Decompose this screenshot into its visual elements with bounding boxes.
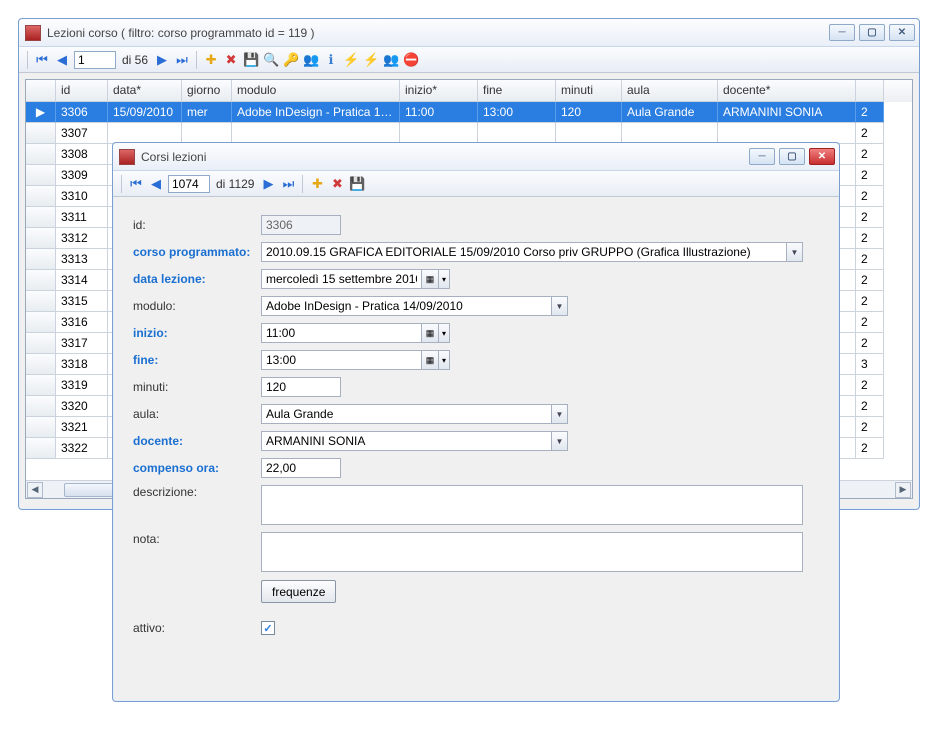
modulo-combo[interactable] — [261, 296, 551, 316]
inizio-label: inizio: — [133, 326, 261, 340]
inizio-picker[interactable] — [261, 323, 421, 343]
corso-label: corso programmato: — [133, 245, 261, 259]
last-record-icon[interactable]: ⏭ — [280, 176, 296, 192]
col-minuti[interactable]: minuti — [556, 80, 622, 102]
compenso-label: compenso ora: — [133, 461, 261, 475]
first-record-icon[interactable]: ⏮ — [34, 52, 50, 68]
table-row[interactable]: 33072 — [26, 123, 912, 144]
chevron-down-icon[interactable]: ▼ — [551, 296, 568, 316]
action2-icon[interactable]: ⚡ — [363, 52, 379, 68]
calendar-icon[interactable]: ▦ — [421, 323, 438, 343]
key-icon[interactable]: 🔑 — [283, 52, 299, 68]
titlebar[interactable]: Corsi lezioni ─ ▢ ✕ — [113, 143, 839, 171]
col-inizio[interactable]: inizio* — [400, 80, 478, 102]
attivo-checkbox[interactable]: ✓ — [261, 621, 275, 635]
compenso-field[interactable] — [261, 458, 341, 478]
table-row[interactable]: ▶330615/09/2010merAdobe InDesign - Prati… — [26, 102, 912, 123]
col-modulo[interactable]: modulo — [232, 80, 400, 102]
col-aula[interactable]: aula — [622, 80, 718, 102]
action1-icon[interactable]: ⚡ — [343, 52, 359, 68]
remove-icon[interactable]: ⛔ — [403, 52, 419, 68]
record-position-input[interactable] — [74, 51, 116, 69]
frequenze-button[interactable]: frequenze — [261, 580, 336, 603]
save-icon[interactable]: 💾 — [349, 176, 365, 192]
chevron-down-icon[interactable]: ▾ — [438, 350, 450, 370]
minimize-button[interactable]: ─ — [749, 148, 775, 165]
calendar-icon[interactable]: ▦ — [421, 350, 438, 370]
close-button[interactable]: ✕ — [809, 148, 835, 165]
search-icon[interactable]: 🔍 — [263, 52, 279, 68]
maximize-button[interactable]: ▢ — [859, 24, 885, 41]
col-data[interactable]: data* — [108, 80, 182, 102]
aula-combo[interactable] — [261, 404, 551, 424]
nota-field[interactable] — [261, 532, 803, 572]
docente-label: docente: — [133, 434, 261, 448]
fine-picker[interactable] — [261, 350, 421, 370]
delete-record-icon[interactable]: ✖ — [329, 176, 345, 192]
users-icon[interactable]: 👥 — [303, 52, 319, 68]
grid-header: id data* giorno modulo inizio* fine minu… — [26, 80, 912, 102]
chevron-down-icon[interactable]: ▼ — [786, 242, 803, 262]
window-title: Corsi lezioni — [141, 150, 749, 164]
aula-label: aula: — [133, 407, 261, 421]
chevron-down-icon[interactable]: ▾ — [438, 269, 450, 289]
descrizione-label: descrizione: — [133, 485, 261, 499]
record-total-label: di 56 — [120, 53, 150, 67]
col-id[interactable]: id — [56, 80, 108, 102]
corsi-lezioni-dialog: Corsi lezioni ─ ▢ ✕ ⏮ ◀ di 1129 ▶ ⏭ ✚ ✖ … — [112, 142, 840, 702]
minuti-field[interactable] — [261, 377, 341, 397]
chevron-down-icon[interactable]: ▾ — [438, 323, 450, 343]
titlebar[interactable]: Lezioni corso ( filtro: corso programmat… — [19, 19, 919, 47]
col-fine[interactable]: fine — [478, 80, 556, 102]
nota-label: nota: — [133, 532, 261, 546]
group-icon[interactable]: 👥 — [383, 52, 399, 68]
add-record-icon[interactable]: ✚ — [203, 52, 219, 68]
fine-label: fine: — [133, 353, 261, 367]
corso-combo[interactable] — [261, 242, 786, 262]
app-icon — [119, 149, 135, 165]
prev-record-icon[interactable]: ◀ — [148, 176, 164, 192]
first-record-icon[interactable]: ⏮ — [128, 176, 144, 192]
next-record-icon[interactable]: ▶ — [260, 176, 276, 192]
calendar-icon[interactable]: ▦ — [421, 269, 438, 289]
minuti-label: minuti: — [133, 380, 261, 394]
window-title: Lezioni corso ( filtro: corso programmat… — [47, 26, 829, 40]
attivo-label: attivo: — [133, 621, 261, 635]
next-record-icon[interactable]: ▶ — [154, 52, 170, 68]
id-field — [261, 215, 341, 235]
save-icon[interactable]: 💾 — [243, 52, 259, 68]
col-docente[interactable]: docente* — [718, 80, 856, 102]
toolbar: ⏮ ◀ di 56 ▶ ⏭ ✚ ✖ 💾 🔍 🔑 👥 ℹ ⚡ ⚡ 👥 ⛔ — [19, 47, 919, 73]
prev-record-icon[interactable]: ◀ — [54, 52, 70, 68]
record-total-label: di 1129 — [214, 177, 256, 191]
close-button[interactable]: ✕ — [889, 24, 915, 41]
maximize-button[interactable]: ▢ — [779, 148, 805, 165]
col-giorno[interactable]: giorno — [182, 80, 232, 102]
data-lezione-picker[interactable] — [261, 269, 421, 289]
app-icon — [25, 25, 41, 41]
id-label: id: — [133, 218, 261, 232]
add-record-icon[interactable]: ✚ — [309, 176, 325, 192]
docente-combo[interactable] — [261, 431, 551, 451]
last-record-icon[interactable]: ⏭ — [174, 52, 190, 68]
toolbar: ⏮ ◀ di 1129 ▶ ⏭ ✚ ✖ 💾 — [113, 171, 839, 197]
data-lezione-label: data lezione: — [133, 272, 261, 286]
delete-record-icon[interactable]: ✖ — [223, 52, 239, 68]
chevron-down-icon[interactable]: ▼ — [551, 404, 568, 424]
descrizione-field[interactable] — [261, 485, 803, 525]
record-position-input[interactable] — [168, 175, 210, 193]
chevron-down-icon[interactable]: ▼ — [551, 431, 568, 451]
modulo-label: modulo: — [133, 299, 261, 313]
minimize-button[interactable]: ─ — [829, 24, 855, 41]
info-icon[interactable]: ℹ — [323, 52, 339, 68]
